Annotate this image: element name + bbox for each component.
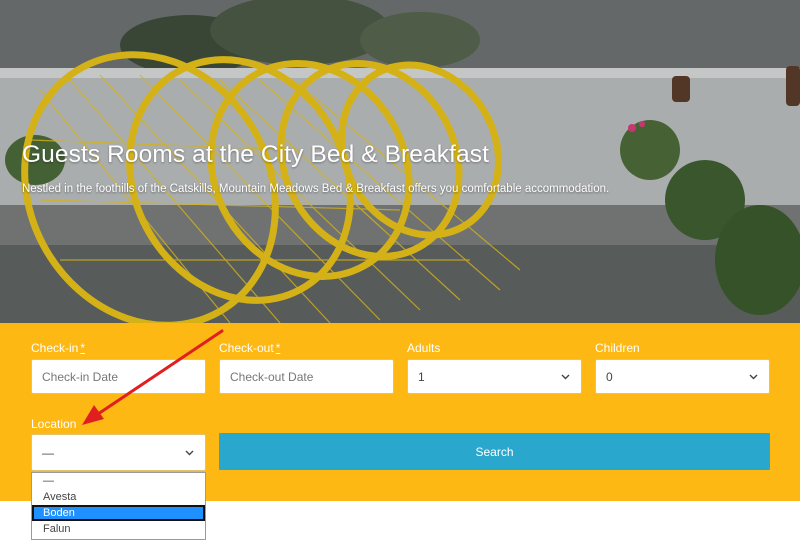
page-subtitle: Nestled in the foothills of the Catskill… [22, 183, 610, 195]
location-dropdown-list: — Avesta Boden Falun [31, 472, 206, 540]
chevron-down-icon [183, 447, 195, 459]
hero-banner: Guests Rooms at the City Bed & Breakfast… [0, 0, 800, 323]
page-title: Guests Rooms at the City Bed & Breakfast [22, 141, 489, 168]
location-option-highlighted[interactable]: Boden [32, 505, 205, 521]
adults-select[interactable]: 1 [407, 359, 582, 394]
checkin-field[interactable]: Check-in Date [31, 359, 206, 394]
children-value: 0 [606, 369, 613, 384]
adults-label: Adults [407, 341, 441, 355]
children-select[interactable]: 0 [595, 359, 770, 394]
children-label: Children [595, 341, 640, 355]
location-label: Location [31, 417, 77, 431]
checkin-label: Check-in * [31, 341, 85, 355]
location-option[interactable]: Falun [32, 521, 205, 537]
search-button[interactable]: Search [219, 433, 770, 470]
adults-value: 1 [418, 369, 425, 384]
required-mark: * [80, 341, 86, 355]
chevron-down-icon [747, 371, 759, 383]
checkout-label-text: Check-out [219, 341, 274, 355]
location-option[interactable]: — [32, 473, 205, 489]
location-select[interactable]: — [31, 434, 206, 471]
checkin-label-text: Check-in [31, 341, 79, 355]
checkout-label: Check-out * [219, 341, 280, 355]
location-value: — [42, 445, 54, 460]
required-mark: * [275, 341, 281, 355]
checkout-field[interactable]: Check-out Date [219, 359, 394, 394]
location-option[interactable]: Avesta [32, 489, 205, 505]
chevron-down-icon [559, 371, 571, 383]
checkin-placeholder: Check-in Date [42, 369, 119, 384]
checkout-placeholder: Check-out Date [230, 369, 314, 384]
